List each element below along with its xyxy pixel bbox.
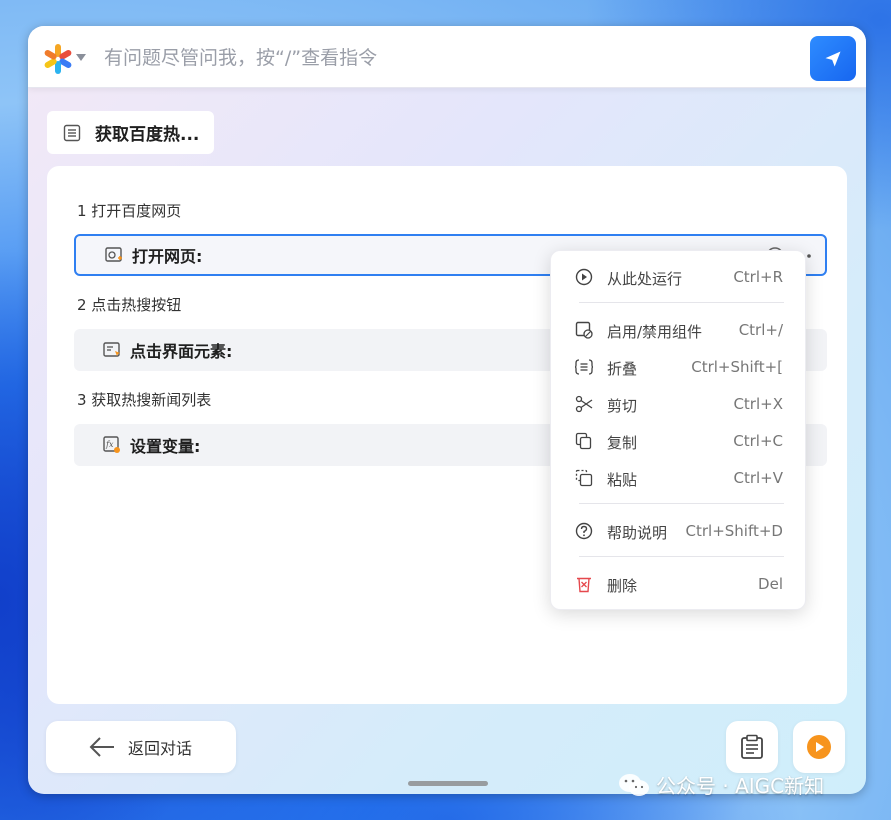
menu-separator: [579, 556, 784, 557]
menu-separator: [579, 302, 784, 303]
clipboard-icon: [741, 734, 763, 759]
context-menu: 从此处运行 Ctrl+R 启用/禁用组件 Ctrl+/ 折叠 Ctrl+Shif…: [550, 250, 806, 610]
trash-icon: [577, 577, 591, 593]
wechat-icon: [619, 773, 649, 796]
log-button[interactable]: [726, 721, 778, 773]
watermark-text: 公众号 · AIGC新知: [656, 774, 825, 798]
menu-item-run-from-here[interactable]: 从此处运行 Ctrl+R: [551, 262, 805, 292]
top-bar: [28, 26, 866, 88]
function-variable-icon: fx: [103, 436, 120, 453]
menu-item-fold[interactable]: 折叠 Ctrl+Shift+[: [551, 352, 805, 382]
fold-icon: [575, 359, 593, 375]
workflow-tab-label: 获取百度热...: [95, 125, 200, 145]
list-icon: [63, 124, 81, 141]
menu-item-toggle-component[interactable]: 启用/禁用组件 Ctrl+/: [551, 315, 805, 345]
scissors-icon: [575, 395, 593, 413]
menu-item-cut[interactable]: 剪切 Ctrl+X: [551, 389, 805, 419]
back-to-chat-button[interactable]: 返回对话: [46, 721, 236, 773]
play-icon: [807, 735, 831, 759]
svg-text:fx: fx: [105, 440, 114, 449]
toggle-component-icon: [575, 321, 593, 339]
copy-icon: [575, 432, 592, 450]
play-circle-icon: [575, 268, 593, 286]
step-card-label: 打开网页:: [132, 247, 203, 266]
step-title: 3 获取热搜新闻列表: [77, 391, 212, 409]
menu-item-paste[interactable]: 粘贴 Ctrl+V: [551, 463, 805, 493]
watermark: 公众号 · AIGC新知: [618, 770, 824, 799]
back-to-chat-label: 返回对话: [128, 739, 193, 758]
menu-item-delete[interactable]: 删除 Del: [551, 569, 805, 599]
menu-separator: [579, 503, 784, 504]
search-input[interactable]: [104, 44, 804, 72]
webpage-icon: [105, 247, 122, 262]
chevron-down-icon[interactable]: [76, 54, 86, 61]
resize-handle[interactable]: [408, 781, 488, 786]
arrow-left-icon: [89, 737, 114, 757]
help-icon: [575, 522, 593, 540]
send-button[interactable]: [810, 36, 856, 81]
menu-item-help[interactable]: 帮助说明 Ctrl+Shift+D: [551, 516, 805, 546]
click-element-icon: [103, 342, 120, 357]
menu-item-copy[interactable]: 复制 Ctrl+C: [551, 426, 805, 456]
workflow-tab[interactable]: 获取百度热...: [47, 111, 214, 154]
step-title: 1 打开百度网页: [77, 202, 182, 220]
send-icon: [825, 51, 841, 66]
app-logo-icon[interactable]: [42, 43, 74, 75]
step-card-label: 点击界面元素:: [130, 342, 233, 361]
step-card-label: 设置变量:: [130, 437, 201, 456]
paste-icon: [575, 469, 593, 487]
run-button[interactable]: [793, 721, 845, 773]
step-title: 2 点击热搜按钮: [77, 296, 182, 314]
